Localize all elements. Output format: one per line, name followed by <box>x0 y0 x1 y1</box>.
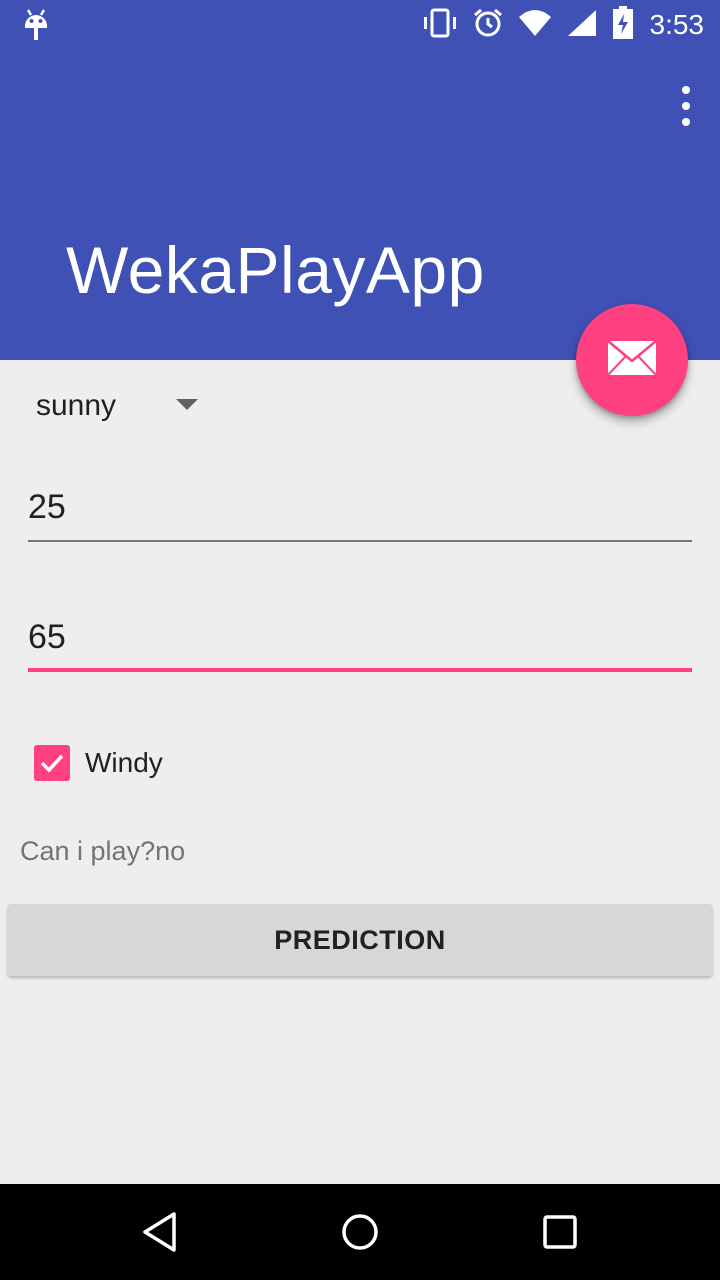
wifi-icon <box>518 9 552 42</box>
navigation-bar <box>0 1184 720 1280</box>
temperature-input[interactable]: 25 <box>28 482 692 542</box>
app-title: WekaPlayApp <box>66 233 485 307</box>
prediction-result-text: Can i play?no <box>20 836 186 866</box>
humidity-input[interactable]: 65 <box>28 612 692 672</box>
app-bar: 3:53 WekaPlayApp <box>0 0 720 360</box>
battery-charging-icon <box>612 5 634 45</box>
humidity-underline <box>28 668 692 672</box>
android-debug-icon <box>22 8 50 47</box>
recents-icon[interactable] <box>536 1208 584 1256</box>
alarm-icon <box>472 7 504 44</box>
email-icon <box>607 339 657 381</box>
dropdown-arrow-icon <box>176 399 198 410</box>
prediction-button[interactable]: PREDICTION <box>8 904 712 976</box>
vibrate-icon <box>422 8 458 43</box>
email-fab-button[interactable] <box>576 304 688 416</box>
status-bar: 3:53 <box>0 0 720 50</box>
outlook-spinner[interactable]: sunny <box>36 376 216 436</box>
windy-checkbox[interactable]: Windy <box>34 744 163 782</box>
back-icon[interactable] <box>136 1208 184 1256</box>
home-icon[interactable] <box>336 1208 384 1256</box>
checkbox-checked-icon[interactable] <box>34 745 70 781</box>
windy-label: Windy <box>85 747 163 778</box>
signal-icon <box>566 8 598 43</box>
humidity-value: 65 <box>28 618 66 656</box>
more-vert-icon[interactable] <box>674 86 698 126</box>
temperature-underline <box>28 540 692 542</box>
temperature-value: 25 <box>28 488 66 526</box>
outlook-selected-value: sunny <box>36 389 117 422</box>
status-time: 3:53 <box>649 9 705 40</box>
